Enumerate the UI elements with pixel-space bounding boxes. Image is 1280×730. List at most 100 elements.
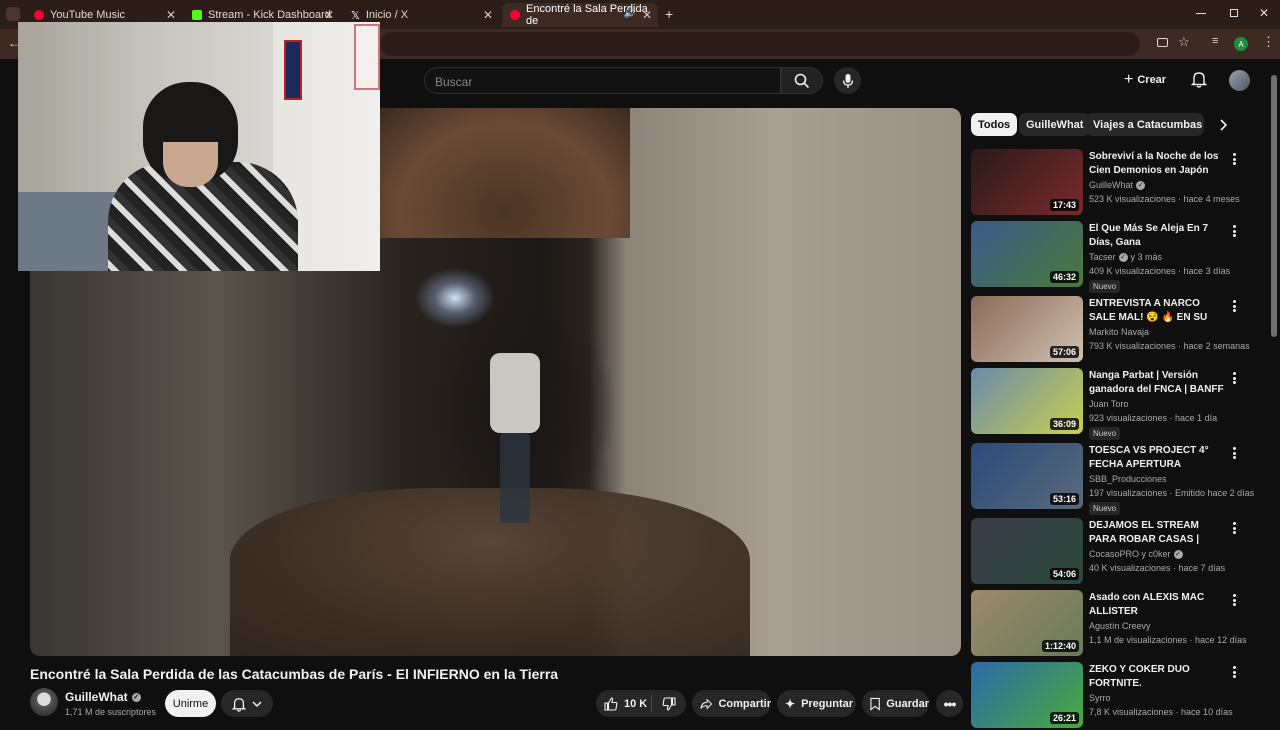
install-icon[interactable]: [1157, 38, 1168, 47]
recommendation-meta: 923 visualizaciones · hace 1 día: [1089, 413, 1218, 423]
video-duration: 17:43: [1049, 199, 1079, 211]
video-frame-person: [490, 353, 540, 433]
recommendation-title[interactable]: ENTREVISTA A NARCO SALE MAL! 😵 🔥 EN SU P…: [1089, 297, 1225, 325]
recommendation-channel[interactable]: Syrro: [1089, 693, 1111, 703]
new-tab-button[interactable]: +: [665, 6, 673, 22]
like-button[interactable]: 10 K: [596, 695, 652, 712]
page-scrollbar[interactable]: [1271, 75, 1277, 337]
more-vertical-icon[interactable]: [1229, 151, 1239, 167]
channel-name-text: Syrro: [1089, 693, 1111, 703]
more-vertical-icon[interactable]: [1229, 592, 1239, 608]
new-badge: Nuevo: [1089, 280, 1121, 293]
like-dislike-group: 10 K: [596, 690, 686, 717]
more-vertical-icon[interactable]: [1229, 370, 1239, 386]
save-button[interactable]: Guardar: [862, 690, 929, 717]
video-thumbnail[interactable]: 53:16: [971, 443, 1083, 509]
recommendation-meta: 7,8 K visualizaciones · hace 10 días: [1089, 707, 1233, 717]
chips-next-button[interactable]: [1212, 114, 1234, 136]
recommendation-item[interactable]: 1:12:40 Asado con ALEXIS MAC ALLISTER Agus…: [971, 590, 1271, 658]
chip-catacombs[interactable]: Viajes a Catacumbas de P: [1086, 113, 1204, 136]
profile-avatar[interactable]: A: [1234, 37, 1248, 51]
recommendation-channel[interactable]: Juan Toro: [1089, 399, 1128, 409]
recommendation-item[interactable]: 54:06 DEJAMOS EL STREAM PARA ROBAR CASAS …: [971, 518, 1271, 586]
voice-search-button[interactable]: [834, 67, 861, 94]
more-vertical-icon[interactable]: [1229, 445, 1239, 461]
recommendation-title[interactable]: Sobreviví a la Noche de los Cien Demonio…: [1089, 150, 1225, 178]
close-icon[interactable]: ✕: [324, 8, 334, 22]
recommendation-item[interactable]: 46:32 El Que Más Se Aleja En 7 Días, Gana…: [971, 221, 1271, 293]
video-thumbnail[interactable]: 26:21: [971, 662, 1083, 728]
recommendation-channel[interactable]: GuilleWhat ✓: [1089, 180, 1146, 190]
video-duration: 46:32: [1049, 271, 1079, 283]
speaker-icon[interactable]: 🔊: [624, 8, 636, 19]
recommendation-channel[interactable]: Tacser ✓ y 3 más: [1089, 252, 1162, 262]
video-thumbnail[interactable]: 54:06: [971, 518, 1083, 584]
like-count: 10 K: [624, 697, 648, 710]
channel-name-text: Markito Navaja: [1089, 327, 1150, 337]
notifications-button[interactable]: [1190, 70, 1208, 93]
channel-avatar[interactable]: [30, 688, 58, 716]
bell-icon: [232, 697, 246, 712]
search-input[interactable]: Buscar: [424, 67, 781, 94]
recommendation-title[interactable]: ZEKO Y COKER DUO FORTNITE.: [1089, 663, 1225, 691]
kick-icon: [192, 10, 202, 20]
close-icon[interactable]: ✕: [483, 8, 493, 22]
create-button[interactable]: + Crear: [1124, 68, 1166, 92]
browser-menu-icon[interactable]: ⋮: [1262, 34, 1275, 50]
join-button[interactable]: Unirme: [165, 690, 216, 717]
video-title: Encontré la Sala Perdida de las Catacumb…: [30, 666, 559, 682]
recommendation-title[interactable]: El Que Más Se Aleja En 7 Días, Gana: [1089, 222, 1225, 250]
subscription-bell-button[interactable]: [221, 690, 273, 717]
thumbs-down-icon: [662, 696, 676, 711]
recommendation-title[interactable]: TOESCA VS PROJECT 4° FECHA APERTURA: [1089, 444, 1225, 472]
x-logo-icon: 𝕏: [351, 9, 360, 22]
video-thumbnail[interactable]: 57:06: [971, 296, 1083, 362]
minimize-icon[interactable]: [1196, 13, 1206, 14]
account-avatar[interactable]: [1229, 70, 1250, 91]
recommendation-channel[interactable]: Markito Navaja: [1089, 327, 1149, 337]
more-actions-button[interactable]: •••: [936, 690, 963, 717]
tab-youtube-video[interactable]: Encontré la Sala Perdida de 🔊 ✕: [502, 3, 658, 27]
video-thumbnail[interactable]: 1:12:40: [971, 590, 1083, 656]
recommendation-channel[interactable]: SBB_Producciones: [1089, 474, 1167, 484]
video-duration: 26:21: [1049, 712, 1079, 724]
youtube-icon: [510, 10, 520, 20]
share-button[interactable]: Compartir: [692, 690, 771, 717]
webcam-poster: [284, 40, 302, 100]
chip-channel[interactable]: GuilleWhat: [1019, 113, 1091, 136]
channel-name-text: GuilleWhat: [1089, 180, 1134, 190]
video-thumbnail[interactable]: 36:09: [971, 368, 1083, 434]
channel-name[interactable]: GuilleWhat ✓: [65, 690, 141, 704]
recommendation-channel[interactable]: CocasoPRO y c0ker ✓: [1089, 549, 1183, 559]
close-icon[interactable]: ✕: [642, 8, 652, 22]
more-vertical-icon[interactable]: [1229, 664, 1239, 680]
more-vertical-icon[interactable]: [1229, 520, 1239, 536]
video-thumbnail[interactable]: 17:43: [971, 149, 1083, 215]
bookmark-star-icon[interactable]: ☆: [1178, 34, 1190, 50]
recommendation-title[interactable]: Asado con ALEXIS MAC ALLISTER: [1089, 591, 1225, 619]
recommendation-title[interactable]: Nanga Parbat | Versión ganadora del FNCA…: [1089, 369, 1225, 397]
media-controls-icon[interactable]: ≡: [1212, 35, 1218, 47]
search-button[interactable]: [781, 67, 823, 94]
recommendation-item[interactable]: 53:16 TOESCA VS PROJECT 4° FECHA APERTURA…: [971, 443, 1271, 515]
recommendation-title[interactable]: DEJAMOS EL STREAM PARA ROBAR CASAS | CRI…: [1089, 519, 1225, 547]
more-vertical-icon[interactable]: [1229, 223, 1239, 239]
address-bar[interactable]: [380, 32, 1140, 56]
recommendation-item[interactable]: 57:06 ENTREVISTA A NARCO SALE MAL! 😵 🔥 EN…: [971, 296, 1271, 364]
recommendation-channel[interactable]: Agustín Creevy: [1089, 621, 1151, 631]
chip-all[interactable]: Todos: [971, 113, 1018, 136]
tab-search-dropdown[interactable]: [6, 7, 20, 21]
recommendation-item[interactable]: 36:09 Nanga Parbat | Versión ganadora del…: [971, 368, 1271, 440]
recommendation-item[interactable]: 17:43 Sobreviví a la Noche de los Cien De…: [971, 149, 1271, 217]
video-thumbnail[interactable]: 46:32: [971, 221, 1083, 287]
close-icon[interactable]: ✕: [166, 8, 176, 22]
close-window-icon[interactable]: ✕: [1259, 6, 1269, 20]
video-duration: 53:16: [1049, 493, 1079, 505]
restore-icon[interactable]: [1230, 9, 1238, 17]
more-vertical-icon[interactable]: [1229, 298, 1239, 314]
new-badge: Nuevo: [1089, 427, 1121, 440]
create-label: Crear: [1137, 74, 1167, 86]
dislike-button[interactable]: [652, 696, 686, 711]
new-badge: Nuevo: [1089, 502, 1121, 515]
ask-button[interactable]: ✦ Preguntar: [777, 690, 856, 717]
